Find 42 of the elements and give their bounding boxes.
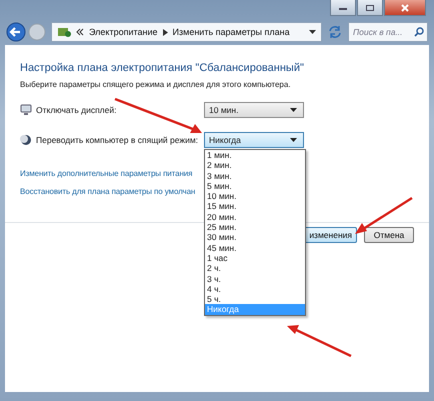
address-bar[interactable]: Электропитание Изменить параметры плана — [51, 22, 322, 42]
caret-icon — [290, 108, 297, 112]
dropdown-option[interactable]: 2 ч. — [205, 263, 305, 274]
back-button[interactable] — [6, 22, 26, 42]
breadcrumb[interactable]: Изменить параметры плана — [172, 27, 290, 37]
settings-link[interactable]: Изменить дополнительные параметры питания — [20, 169, 192, 178]
dropdown-option[interactable]: 1 мин. — [205, 150, 305, 160]
close-icon — [400, 4, 410, 12]
chevron-icon — [76, 28, 84, 36]
dropdown[interactable]: 10 мин. — [204, 102, 304, 118]
breadcrumb[interactable]: Электропитание — [89, 27, 158, 37]
page-description: Выберите параметры спящего режима и дисплея для этого компьютера. — [20, 80, 292, 89]
caret-icon — [290, 138, 297, 142]
dropdown-option[interactable]: 10 мин. — [205, 191, 305, 202]
page-heading: Настройка плана электропитания "Сбалансированный" — [20, 62, 305, 74]
dropdown-option[interactable]: 45 мин. — [205, 242, 305, 253]
annotation-arrow — [287, 325, 352, 358]
setting-label: Отключать дисплей: — [36, 105, 118, 115]
moon-icon — [20, 134, 32, 146]
dropdown-option[interactable]: 4 ч. — [205, 284, 305, 294]
annotation-arrow — [355, 196, 413, 234]
dropdown-option[interactable]: 3 ч. — [205, 274, 305, 284]
dropdown-option[interactable]: 15 мин. — [205, 201, 305, 212]
settings-link[interactable]: Восстановить для плана параметры по умолчан — [20, 187, 196, 196]
search-icon — [414, 27, 424, 37]
dropdown-option[interactable]: 3 мин. — [205, 170, 305, 181]
cancel-button[interactable]: Отмена — [364, 227, 414, 243]
dropdown-option[interactable]: 2 мин. — [205, 160, 305, 171]
setting-label: Переводить компьютер в спящий режим: — [36, 135, 200, 145]
monitor-icon — [20, 104, 32, 116]
dropdown-option[interactable]: 1 час — [205, 252, 305, 264]
close-button[interactable] — [384, 0, 426, 16]
maximize-button[interactable] — [357, 0, 383, 16]
dropdown-option[interactable]: 5 ч. — [205, 294, 305, 304]
dropdown-option[interactable]: 5 мин. — [205, 180, 305, 192]
dropdown[interactable]: Никогда — [204, 132, 304, 148]
search-field[interactable]: Поиск в па... — [348, 22, 428, 42]
minimize-button[interactable] — [330, 0, 356, 16]
chevron-icon — [162, 28, 168, 36]
dropdown-arrow-icon[interactable] — [309, 30, 316, 34]
dropdown-option[interactable]: 20 мин. — [205, 212, 305, 222]
maximize-icon — [365, 4, 375, 12]
